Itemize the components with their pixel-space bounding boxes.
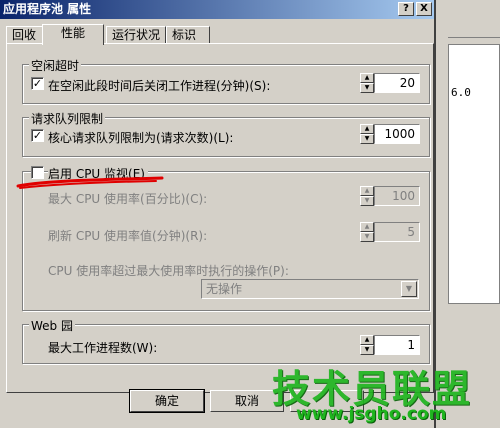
watermark-url: www.jsgho.com [296,404,447,424]
chevron-down-icon[interactable]: ▼ [401,281,417,297]
close-button[interactable]: X [416,2,432,16]
spin-down-icon[interactable]: ▼ [360,232,374,242]
web-garden-legend: Web 园 [29,317,75,334]
ok-button[interactable]: 确定 [129,389,205,413]
background-panel [448,44,500,304]
request-queue-value[interactable]: 1000 [374,124,420,144]
close-icon: X [420,3,428,14]
spin-up-icon[interactable]: ▲ [360,73,374,83]
max-cpu-spinner[interactable]: ▲ ▼ 100 [360,186,420,206]
idle-timeout-checkbox[interactable]: ✓ [31,77,44,90]
dialog-title: 应用程序池 属性 [3,2,92,16]
max-cpu-label: 最大 CPU 使用率(百分比)(C): [48,192,208,206]
spin-down-icon[interactable]: ▼ [360,345,374,355]
refresh-cpu-label: 刷新 CPU 使用率值(分钟)(R): [48,229,208,243]
request-queue-checkbox[interactable]: ✓ [31,129,44,142]
idle-timeout-value[interactable]: 20 [374,73,420,93]
web-garden-value[interactable]: 1 [374,335,420,355]
spin-down-icon[interactable]: ▼ [360,134,374,144]
background-text: 6.0 [451,86,471,99]
refresh-cpu-spinner[interactable]: ▲ ▼ 5 [360,222,420,242]
check-icon: ✓ [32,129,43,142]
spin-up-icon[interactable]: ▲ [360,124,374,134]
background-toolbar [448,20,500,38]
spin-down-icon[interactable]: ▼ [360,83,374,93]
cpu-action-value: 无操作 [206,282,243,296]
tab-recycle[interactable]: 回收 [6,26,44,44]
tab-performance[interactable]: 性能 [42,24,104,45]
idle-timeout-spinner[interactable]: ▲ ▼ 20 [360,73,420,93]
cpu-action-label: CPU 使用率超过最大使用率时执行的操作(P): [48,264,289,278]
request-queue-label: 核心请求队列限制为(请求次数)(L): [48,131,234,145]
spin-up-icon[interactable]: ▲ [360,335,374,345]
idle-timeout-legend: 空闲超时 [29,57,82,74]
help-icon: ? [403,3,409,14]
dialog-titlebar: 应用程序池 属性 ? X [0,0,434,19]
cpu-action-dropdown[interactable]: 无操作 ▼ [201,279,419,299]
help-button[interactable]: ? [398,2,414,16]
request-queue-spinner[interactable]: ▲ ▼ 1000 [360,124,420,144]
check-icon: ✓ [32,77,43,90]
refresh-cpu-value[interactable]: 5 [374,222,420,242]
web-garden-spinner[interactable]: ▲ ▼ 1 [360,335,420,355]
spin-up-icon[interactable]: ▲ [360,222,374,232]
tab-health[interactable]: 运行状况 [106,26,166,44]
tab-identity[interactable]: 标识 [166,26,210,44]
red-underline-annotation [16,176,164,189]
request-queue-legend: 请求队列限制 [29,110,106,127]
max-cpu-value[interactable]: 100 [374,186,420,206]
idle-timeout-label: 在空闲此段时间后关闭工作进程(分钟)(S): [48,79,271,93]
web-garden-label: 最大工作进程数(W): [48,341,158,355]
spin-up-icon[interactable]: ▲ [360,186,374,196]
spin-down-icon[interactable]: ▼ [360,196,374,206]
